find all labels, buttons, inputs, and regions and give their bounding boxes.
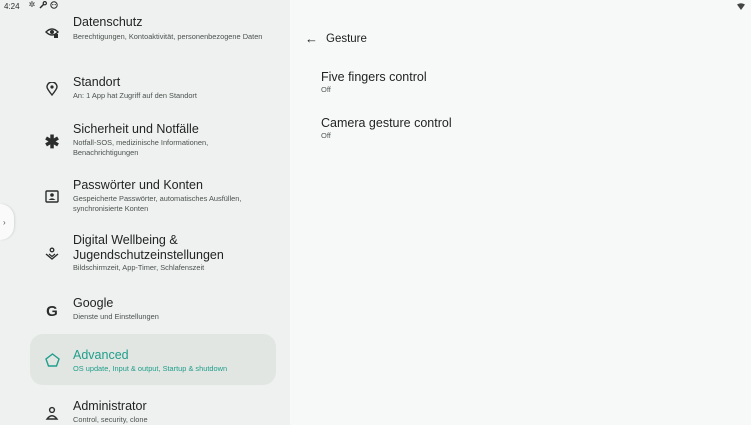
android-icon bbox=[50, 1, 58, 9]
google-icon: G bbox=[46, 302, 58, 320]
settings-item-title: Sicherheit und Notfälle bbox=[73, 122, 199, 136]
advanced-icon bbox=[44, 352, 60, 368]
settings-item-summary: Notfall-SOS, medizinische Informationen,… bbox=[73, 138, 209, 157]
back-arrow-icon[interactable]: ← bbox=[305, 32, 319, 46]
settings-item-summary: Berechtigungen, Kontoaktivität, personen… bbox=[73, 32, 263, 41]
settings-item-summary: Gespeicherte Passwörter, automatisches A… bbox=[73, 194, 242, 213]
settings-item-summary: OS update, Input & output, Startup & shu… bbox=[73, 364, 228, 373]
settings-item-summary: An: 1 App hat Zugriff auf den Standort bbox=[73, 91, 197, 100]
detail-pane bbox=[290, 0, 751, 425]
pref-five-fingers-control[interactable]: Five fingers control Off bbox=[321, 70, 721, 95]
status-time: 4:24 bbox=[4, 2, 20, 11]
settings-item-title: Standort bbox=[73, 75, 121, 89]
location-icon bbox=[44, 81, 60, 97]
chevron-right-icon: › bbox=[3, 217, 6, 227]
settings-item-title: Digital Wellbeing & Jugendschutzeinstell… bbox=[73, 233, 224, 262]
settings-item-title: Datenschutz bbox=[73, 15, 143, 29]
settings-list-pane: Datenschutz Berechtigungen, Kontoaktivit… bbox=[0, 0, 290, 425]
accounts-icon bbox=[44, 188, 60, 204]
pref-summary: Off bbox=[321, 131, 331, 140]
settings-item-advanced[interactable]: Advanced OS update, Input & output, Star… bbox=[30, 334, 276, 385]
privacy-icon bbox=[44, 24, 60, 40]
pref-camera-gesture-control[interactable]: Camera gesture control Off bbox=[321, 116, 721, 141]
settings-item-administrator[interactable]: Administrator Control, security, clone bbox=[30, 392, 276, 425]
settings-item-summary: Dienste und Einstellungen bbox=[73, 312, 159, 321]
wellbeing-icon bbox=[44, 246, 60, 262]
wrench-icon bbox=[39, 1, 47, 9]
status-bar: 4:24 ✲ bbox=[0, 0, 751, 14]
settings-item-summary: Control, security, clone bbox=[73, 415, 148, 424]
settings-item-title: Administrator bbox=[73, 399, 147, 413]
pref-title: Camera gesture control bbox=[321, 116, 452, 130]
settings-item-google[interactable]: G Google Dienste und Einstellungen bbox=[30, 290, 276, 330]
emergency-icon: ✱ bbox=[44, 131, 60, 152]
detail-header: ← Gesture bbox=[305, 30, 605, 50]
settings-item-accounts[interactable]: Passwörter und Konten Gespeicherte Passw… bbox=[30, 172, 276, 222]
settings-item-wellbeing[interactable]: Digital Wellbeing & Jugendschutzeinstell… bbox=[30, 228, 276, 280]
edge-panel-handle[interactable]: › bbox=[0, 204, 14, 240]
administrator-icon bbox=[44, 405, 60, 421]
settings-item-title: Advanced bbox=[73, 348, 129, 362]
settings-item-location[interactable]: Standort An: 1 App hat Zugriff auf den S… bbox=[30, 66, 276, 110]
settings-item-emergency[interactable]: ✱ Sicherheit und Notfälle Notfall-SOS, m… bbox=[30, 117, 276, 167]
settings-item-title: Passwörter und Konten bbox=[73, 178, 203, 192]
pref-title: Five fingers control bbox=[321, 70, 427, 84]
wifi-icon bbox=[737, 3, 745, 12]
settings-gear-icon: ✲ bbox=[28, 0, 36, 9]
page-title: Gesture bbox=[326, 33, 367, 45]
settings-item-summary: Bildschirmzeit, App-Timer, Schlafenszeit bbox=[73, 263, 205, 272]
pref-summary: Off bbox=[321, 85, 331, 94]
settings-item-title: Google bbox=[73, 296, 114, 310]
